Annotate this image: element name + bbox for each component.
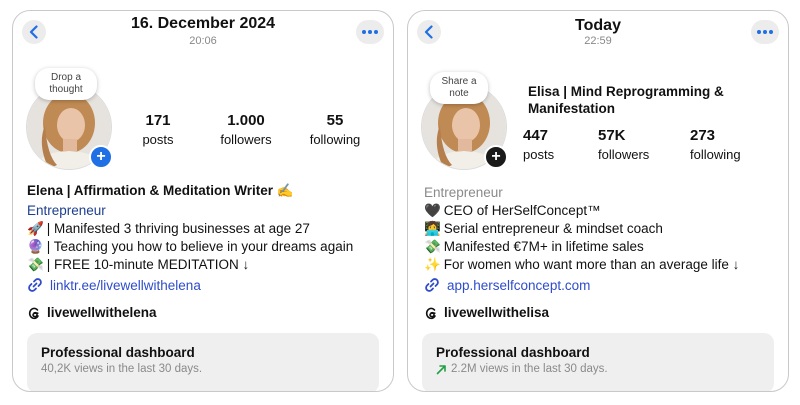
profile-card-elisa: Today 22:59 + Share a note Elisa | Mind … — [407, 10, 789, 392]
threads-handle: livewellwithelisa — [444, 305, 550, 320]
profile-link-text: linktr.ee/livewellwithelena — [50, 277, 201, 293]
stat-followers[interactable]: 1.000 followers — [211, 112, 281, 147]
stat-following[interactable]: 273 following — [690, 127, 760, 162]
profile-bio: 🖤 CEO of HerSelfConcept™ 👩‍💻 Serial entr… — [424, 202, 739, 274]
more-horizontal-icon — [757, 30, 773, 34]
profile-link[interactable]: app.herselfconcept.com — [424, 277, 590, 293]
professional-dashboard[interactable]: Professional dashboard 40,2K views in th… — [27, 333, 379, 391]
money-emoji: 💸 — [27, 257, 44, 272]
note-bubble[interactable]: Share a note — [430, 72, 488, 104]
link-icon — [425, 278, 439, 292]
threads-handle: livewellwithelena — [47, 305, 157, 320]
header-time: 20:06 — [189, 35, 217, 47]
profile-bio: 🚀 | Manifested 3 thriving businesses at … — [27, 220, 353, 274]
stat-following[interactable]: 55 following — [303, 112, 367, 147]
profile-name: Elisa | Mind Reprogramming & Manifestati… — [528, 84, 724, 116]
threads-badge[interactable]: livewellwithelisa — [424, 305, 549, 320]
bio-text: CEO of HerSelfConcept™ — [443, 203, 601, 218]
bio-text: | FREE 10-minute MEDITATION ↓ — [46, 257, 250, 272]
add-story-button[interactable]: + — [484, 145, 508, 169]
bio-line: 🚀 | Manifested 3 thriving businesses at … — [27, 220, 353, 238]
stat-followers-value: 57K — [598, 127, 626, 144]
stat-posts-label: posts — [523, 147, 555, 162]
more-horizontal-icon — [362, 30, 378, 34]
rocket-emoji: 🚀 — [27, 221, 44, 236]
dashboard-views: 40,2K views in the last 30 days. — [41, 363, 202, 375]
profile-name: Elena | Affirmation & Meditation Writer … — [27, 183, 294, 198]
bio-text: | Manifested 3 thriving businesses at ag… — [46, 221, 310, 236]
bio-line: 👩‍💻 Serial entrepreneur & mindset coach — [424, 220, 739, 238]
bio-text: Serial entrepreneur & mindset coach — [443, 221, 663, 236]
sparkles-emoji: ✨ — [424, 257, 441, 272]
bio-text: For women who want more than an average … — [443, 257, 740, 272]
bio-line: 💸 | FREE 10-minute MEDITATION ↓ — [27, 256, 353, 274]
bio-line: 🔮 | Teaching you how to believe in your … — [27, 238, 353, 256]
money-emoji: 💸 — [424, 239, 441, 254]
more-options-button[interactable] — [356, 20, 384, 44]
link-icon — [28, 278, 42, 292]
black-heart-emoji: 🖤 — [424, 203, 441, 218]
stat-posts[interactable]: 447 posts — [523, 127, 565, 162]
profile-link-text: app.herselfconcept.com — [447, 277, 591, 293]
add-story-button[interactable]: + — [89, 145, 113, 169]
stat-followers-label: followers — [220, 132, 272, 147]
header-time: 22:59 — [584, 35, 612, 47]
bio-line: ✨ For women who want more than an averag… — [424, 256, 739, 274]
stat-posts[interactable]: 171 posts — [133, 112, 183, 147]
stat-following-value: 55 — [326, 112, 344, 129]
header-date: 16. December 2024 — [130, 15, 276, 32]
dashboard-views-text: 2.2M views in the last 30 days. — [451, 363, 608, 375]
stat-followers[interactable]: 57K followers — [598, 127, 668, 162]
stat-following-label: following — [690, 147, 741, 162]
threads-badge[interactable]: livewellwithelena — [27, 305, 157, 320]
woman-technologist-emoji: 👩‍💻 — [424, 221, 441, 236]
profile-card-elena: 16. December 2024 20:06 + Drop a thought… — [12, 10, 394, 392]
professional-dashboard[interactable]: Professional dashboard 2.2M views in the… — [422, 333, 774, 391]
stat-following-value: 273 — [690, 127, 716, 144]
threads-logo-icon — [28, 307, 39, 319]
stat-posts-value: 171 — [145, 112, 171, 129]
profile-link[interactable]: linktr.ee/livewellwithelena — [27, 277, 201, 293]
dashboard-views: 2.2M views in the last 30 days. — [436, 363, 608, 375]
more-options-button[interactable] — [751, 20, 779, 44]
note-bubble[interactable]: Drop a thought — [35, 68, 97, 100]
stat-posts-value: 447 — [523, 127, 549, 144]
stat-following-label: following — [309, 132, 361, 147]
crystal-ball-emoji: 🔮 — [27, 239, 44, 254]
dashboard-title: Professional dashboard — [41, 345, 195, 360]
bio-text: | Teaching you how to believe in your dr… — [46, 239, 354, 254]
dashboard-views-text: 40,2K views in the last 30 days. — [41, 363, 203, 375]
trending-up-arrow-icon — [436, 364, 446, 374]
bio-line: 💸 Manifested €7M+ in lifetime sales — [424, 238, 739, 256]
bio-line: 🖤 CEO of HerSelfConcept™ — [424, 202, 739, 220]
bio-text: Manifested €7M+ in lifetime sales — [443, 239, 644, 254]
profile-category: Entrepreneur — [27, 203, 106, 218]
stat-posts-label: posts — [142, 132, 174, 147]
header-date: Today — [575, 17, 621, 34]
dashboard-title: Professional dashboard — [436, 345, 590, 360]
stat-followers-value: 1.000 — [227, 112, 265, 129]
stat-followers-label: followers — [598, 147, 650, 162]
threads-logo-icon — [425, 307, 436, 319]
profile-category: Entrepreneur — [424, 185, 503, 200]
